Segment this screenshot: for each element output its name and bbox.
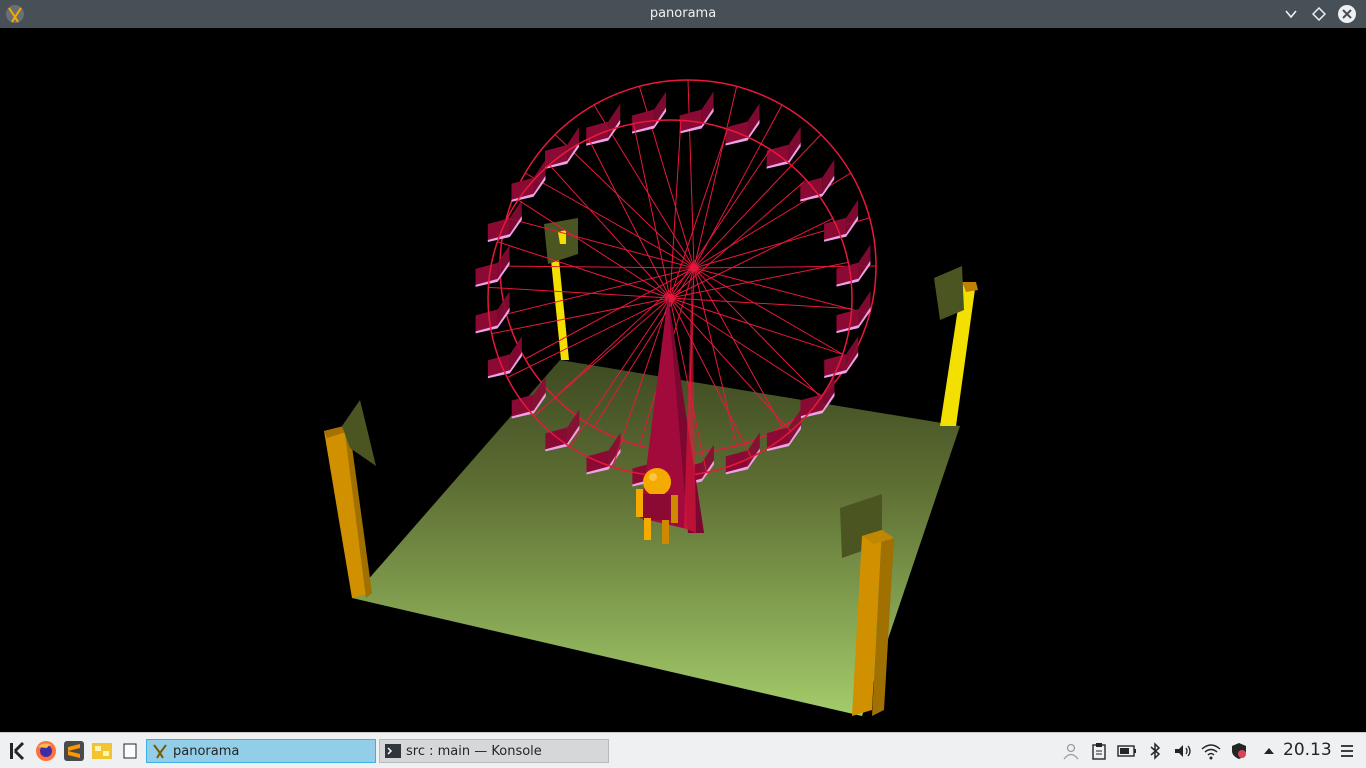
lamp-post-back-right <box>934 266 978 426</box>
terminal-icon <box>385 744 401 758</box>
task-konsole[interactable]: src : main — Konsole <box>379 739 609 763</box>
app-launcher-icon[interactable] <box>6 739 30 763</box>
close-button[interactable] <box>1336 3 1358 25</box>
user-icon[interactable] <box>1060 739 1082 763</box>
window-titlebar[interactable]: panorama <box>0 0 1366 28</box>
maximize-button[interactable] <box>1308 3 1330 25</box>
wheel-hub-back <box>691 265 697 271</box>
wheel-spoke <box>693 134 822 269</box>
bluetooth-icon[interactable] <box>1144 739 1166 763</box>
diamond-icon <box>1312 7 1326 21</box>
wheel-hub <box>666 294 674 302</box>
task-panorama[interactable]: panorama <box>146 739 376 763</box>
lamp-post-back-left <box>544 218 578 360</box>
wheel-cabin <box>836 244 871 287</box>
wheel-cabin <box>545 126 580 169</box>
scene-viewport[interactable] <box>0 28 1366 732</box>
clock[interactable]: 20.13 <box>1283 740 1332 760</box>
wheel-cabin <box>679 91 714 134</box>
battery-icon[interactable] <box>1116 739 1138 763</box>
wheel-spoke <box>687 79 695 269</box>
task-label: src : main — Konsole <box>406 743 542 759</box>
wheel-spoke <box>633 123 671 299</box>
clipboard-icon[interactable] <box>1088 739 1110 763</box>
document-icon[interactable] <box>118 739 142 763</box>
ferris-wheel-scene <box>324 79 978 716</box>
task-label: panorama <box>173 743 240 759</box>
wheel-cabin <box>725 103 760 146</box>
wheel-cabin <box>487 200 522 243</box>
wheel-spoke <box>669 217 834 299</box>
security-shield-icon[interactable] <box>1228 739 1250 763</box>
sublime-text-icon[interactable] <box>62 739 86 763</box>
wheel-cabin <box>475 244 510 287</box>
close-icon <box>1338 5 1356 23</box>
chevron-down-icon <box>1285 10 1297 19</box>
lamp-post-front-left <box>324 400 376 598</box>
taskbar: panorama src : main — Konsole 20.13 <box>0 732 1366 768</box>
wheel-cabin <box>766 126 801 169</box>
wifi-icon[interactable] <box>1200 739 1222 763</box>
wheel-spoke <box>506 217 695 269</box>
panorama-app-icon <box>153 744 167 759</box>
wheel-spoke <box>499 265 695 269</box>
firefox-icon[interactable] <box>34 739 58 763</box>
file-manager-icon[interactable] <box>90 739 114 763</box>
wheel-cabin <box>475 291 510 334</box>
window-title: panorama <box>649 6 717 21</box>
menu-icon[interactable] <box>1336 739 1358 763</box>
tray-expand-icon[interactable] <box>1258 739 1280 763</box>
minimize-button[interactable] <box>1280 3 1302 25</box>
volume-icon[interactable] <box>1172 739 1194 763</box>
wheel-cabin <box>632 91 667 134</box>
wheel-spoke <box>693 267 822 398</box>
